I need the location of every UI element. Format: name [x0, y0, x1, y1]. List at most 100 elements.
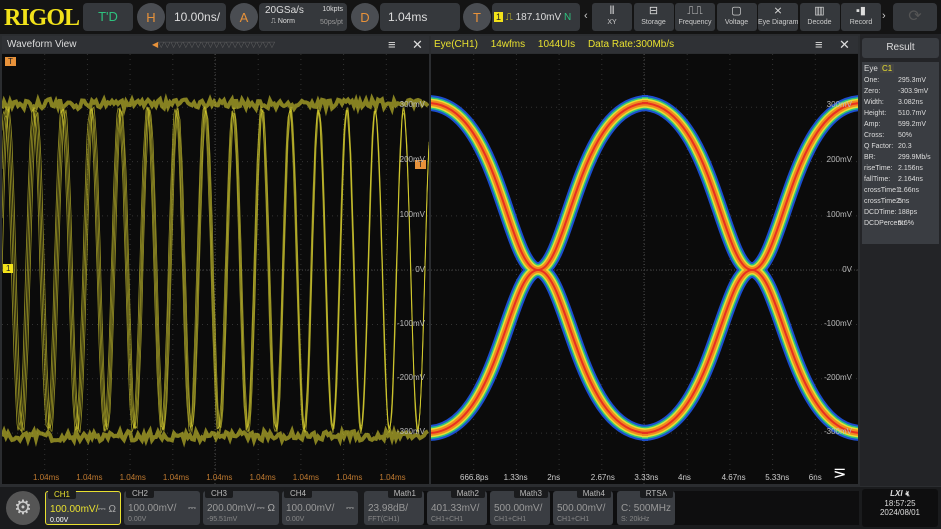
channel-name: CH4: [284, 489, 312, 498]
horizontal-scale[interactable]: 10.00ns/: [166, 3, 226, 31]
math2-panel[interactable]: Math2 401.33mV/CH1+CH1: [427, 491, 487, 525]
close-icon[interactable]: ✕: [839, 36, 850, 53]
result-row: One: 295.3mV: [864, 75, 937, 86]
acquire-panel[interactable]: 20GSa/s ⎍ Norm 10kpts 50ps/pt: [259, 3, 347, 31]
chevron-right-icon[interactable]: ›: [882, 10, 886, 22]
math-name: Math2: [451, 489, 485, 498]
channel-ch3-panel[interactable]: CH3 200.00mV/⎓ Ω -95.51mV: [203, 491, 279, 525]
result-row: riseTime: 2.156ns: [864, 163, 937, 174]
trigger-position-marker[interactable]: T: [5, 57, 16, 66]
channel-offset: 0.00V: [286, 516, 304, 523]
acquire-mode-label: Norm: [278, 18, 295, 25]
result-row: DCDPercent: 5.6%: [864, 218, 937, 229]
eye-wfms: 14wfms: [491, 39, 525, 50]
tool-frequency-button[interactable]: ⎍⎍ Frequency: [675, 3, 715, 31]
waveform-y-label: 0V: [385, 265, 425, 274]
acquire-mode: ⎍ Norm: [271, 18, 295, 26]
tool-decode-button[interactable]: ▥ Decode: [800, 3, 840, 31]
result-button[interactable]: Result: [862, 38, 939, 58]
status-panel: LXI 🔇︎ 18:57:25 2024/08/01: [862, 489, 938, 527]
eye-x-label: 4ns: [678, 473, 691, 482]
eye-title: Eye(CH1): [431, 39, 478, 50]
result-label: Width:: [864, 97, 898, 108]
tool-voltage-button[interactable]: ▢ Voltage: [717, 3, 757, 31]
home-gear-icon[interactable]: ⚙: [6, 491, 40, 525]
math-scale: 500.00mV/: [557, 503, 605, 514]
result-row: DCDTime: 188ps: [864, 207, 937, 218]
tool-label: Storage: [634, 19, 674, 26]
clock-time: 18:57:25: [862, 499, 938, 508]
channel-ch2-panel[interactable]: CH2 100.00mV/ ⎓ 0.00V: [124, 491, 200, 525]
channel-offset: 0.00V: [50, 517, 68, 524]
waveform-x-label: 1.04ms: [379, 473, 405, 482]
channel-ch4-panel[interactable]: CH4 100.00mV/ ⎓ 0.00V: [282, 491, 358, 525]
eye-x-label: 4.67ns: [722, 473, 746, 482]
channel-offset: 0.00V: [128, 516, 146, 523]
eye-x-label: 2.67ns: [591, 473, 615, 482]
tool-eye-diagram-button[interactable]: ⨯ Eye Diagram: [758, 3, 798, 31]
delay-icon[interactable]: D: [351, 3, 379, 31]
result-label: One:: [864, 75, 898, 86]
result-value: 295.3mV: [898, 75, 926, 86]
tool-xy-button[interactable]: ⦀ XY: [592, 3, 632, 31]
eye-y-label: 0V: [812, 265, 852, 274]
refresh-icon[interactable]: ⟳: [893, 3, 937, 31]
trigger-icon[interactable]: T: [463, 3, 491, 31]
rising-edge-icon: ⎍: [506, 12, 513, 23]
eye-diagram-plot[interactable]: [431, 54, 858, 484]
math4-panel[interactable]: Math4 500.00mV/CH1+CH1: [553, 491, 613, 525]
chevron-left-icon[interactable]: ‹: [584, 10, 588, 22]
result-label: Height:: [864, 108, 898, 119]
math-source: CH1+CH1: [494, 516, 526, 523]
storage-icon: ⊟: [634, 3, 674, 19]
result-value: 5ns: [898, 196, 909, 207]
math-source: CH1+CH1: [431, 516, 463, 523]
close-icon[interactable]: ✕: [412, 36, 423, 53]
run-state-button[interactable]: T'D: [83, 3, 133, 31]
tool-storage-button[interactable]: ⊟ Storage: [634, 3, 674, 31]
rtsa-span: S: 20kHz: [621, 516, 649, 523]
result-row: Height: 510.7mV: [864, 108, 937, 119]
tool-label: Eye Diagram: [758, 19, 798, 26]
horizontal-icon[interactable]: H: [137, 3, 165, 31]
waveform-plot[interactable]: [2, 54, 429, 484]
decode-icon: ▥: [800, 3, 840, 19]
lxi-label: LXI: [890, 489, 902, 498]
result-row: Zero: -303.9mV: [864, 86, 937, 97]
result-row: fallTime: 2.164ns: [864, 174, 937, 185]
math3-panel[interactable]: Math3 500.00mV/CH1+CH1: [490, 491, 550, 525]
math-scale: 500.00mV/: [494, 503, 542, 514]
bottom-bar: ⚙ CH1 100.00mV/⎓ Ω 0.00V CH2 100.00mV/⎓ 0.00V…: [0, 487, 941, 529]
rtsa-panel[interactable]: RTSA C: 500MHz S: 20kHz: [617, 491, 675, 525]
result-row: Amp: 599.2mV: [864, 119, 937, 130]
result-value: -303.9mV: [898, 86, 928, 97]
waveform-x-label: 1.04ms: [120, 473, 146, 482]
math1-panel[interactable]: Math1 23.98dB/FFT(CH1): [364, 491, 424, 525]
rtsa-label: RTSA: [640, 489, 673, 498]
acquire-icon[interactable]: A: [230, 3, 258, 31]
delay-value[interactable]: 1.04ms: [380, 3, 460, 31]
math-name: Math4: [577, 489, 611, 498]
channel-name: CH2: [126, 489, 154, 498]
result-value: 1.66ns: [898, 185, 919, 196]
menu-icon[interactable]: ≡: [815, 36, 823, 53]
collapse-menu-icon[interactable]: ⋝: [833, 463, 846, 483]
waveform-x-label: 1.04ms: [293, 473, 319, 482]
eye-y-label: 200mV: [812, 155, 852, 164]
channel-ch1-panel[interactable]: CH1 100.00mV/⎓ Ω 0.00V: [45, 491, 121, 525]
menu-icon[interactable]: ≡: [388, 36, 396, 53]
lxi-icon[interactable]: LXI 🔇︎: [862, 489, 938, 499]
result-label: Zero:: [864, 86, 898, 97]
tool-record-button[interactable]: ▪▮ Record: [841, 3, 881, 31]
ch1-marker[interactable]: 1: [3, 264, 13, 273]
memory-depth: 10kpts: [322, 6, 343, 13]
result-tab-label: Eye: [864, 64, 878, 73]
eye-y-label: -200mV: [812, 373, 852, 382]
ch1-noise-band: [2, 431, 428, 441]
tool-label: Decode: [800, 19, 840, 26]
waveform-x-label: 1.04ms: [336, 473, 362, 482]
trigger-panel[interactable]: 1 ⎍ 187.10mV N: [492, 3, 580, 31]
result-tab[interactable]: Eye C1: [864, 64, 937, 73]
mute-icon[interactable]: 🔇︎: [905, 489, 910, 498]
channel-scale: 100.00mV/: [50, 504, 98, 515]
